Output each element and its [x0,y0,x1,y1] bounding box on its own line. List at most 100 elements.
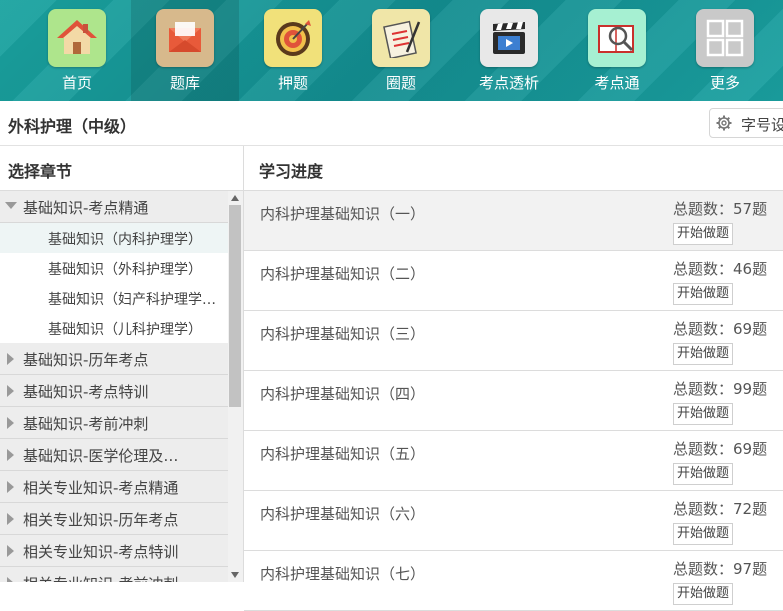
chapter-scrollbar[interactable] [228,191,243,582]
caret-right-icon [7,353,14,365]
start-quiz-button[interactable]: 开始做题 [673,343,734,365]
caret-right-icon [7,449,14,461]
caret-right-icon [7,545,14,557]
exercise-name: 内科护理基础知识（七） [260,565,426,583]
exercise-name: 内科护理基础知识（二） [260,265,426,283]
nav-label: 题库 [169,74,200,92]
nav-predict[interactable]: 押题 [239,0,347,101]
target-icon [264,9,322,67]
start-quiz-button[interactable]: 开始做题 [673,583,734,605]
nav-key-points-analysis[interactable]: 考点透析 [455,0,563,101]
chapter-subitem[interactable]: 基础知识（儿科护理学） [0,313,228,343]
nav-circle-questions[interactable]: 圈题 [347,0,455,101]
exercise-row[interactable]: 内科护理基础知识（四） 总题数：99题 开始做题 [244,371,783,431]
question-count: 总题数：69题 [673,320,768,338]
chapter-panel-header: 选择章节 [0,146,243,191]
caret-right-icon [7,385,14,397]
exercise-row[interactable]: 内科护理基础知识（七） 总题数：97题 开始做题 [244,551,783,611]
font-size-button[interactable]: 字号设置 [709,108,783,138]
question-count: 总题数：69题 [673,440,768,458]
film-clapper-icon [480,9,538,67]
question-count: 总题数：72题 [673,500,768,518]
caret-down-icon [5,202,17,209]
caret-right-icon [7,513,14,525]
chapter-node-label: 基础知识-医学伦理及… [23,447,179,465]
exercise-name: 内科护理基础知识（五） [260,445,426,463]
question-count: 总题数：46题 [673,260,768,278]
start-quiz-button[interactable]: 开始做题 [673,283,734,305]
nav-key-points[interactable]: 考点通 [563,0,671,101]
chapter-node-label: 基础知识-考点精通 [23,199,149,217]
exercise-name: 内科护理基础知识（三） [260,325,426,343]
nav-question-bank[interactable]: 题库 [131,0,239,101]
exercise-row[interactable]: 内科护理基础知识（二） 总题数：46题 开始做题 [244,251,783,311]
exercise-row[interactable]: 内科护理基础知识（一） 总题数：57题 开始做题 [244,191,783,251]
nav-label: 更多 [709,74,740,92]
grid-icon [696,9,754,67]
chapter-panel: 选择章节 基础知识-考点精通 基础知识（内科护理学） 基础知识（外科护理学） 基… [0,146,244,582]
chapter-subitem-label: 基础知识（儿科护理学） [48,322,202,338]
chapter-node[interactable]: 基础知识-历年考点 [0,343,228,375]
caret-right-icon [7,481,14,493]
caret-right-icon [7,417,14,429]
chapter-node[interactable]: 相关专业知识-考点精通 [0,471,228,503]
chapter-node-label: 相关专业知识-考点精通 [23,479,179,497]
book-magnifier-icon [588,9,646,67]
chapter-node-label: 基础知识-考前冲刺 [23,415,149,433]
gear-icon [716,115,732,131]
scrollbar-thumb[interactable] [229,205,241,407]
scroll-up-icon[interactable] [231,195,239,201]
chapter-subitem-label: 基础知识（妇产科护理学… [48,292,216,308]
question-count: 总题数：99题 [673,380,768,398]
home-icon [48,9,106,67]
chapter-node[interactable]: 基础知识-考点特训 [0,375,228,407]
top-navigation: 首页 题库 押题 圈题 考点透析 考点通 更多 [0,0,783,101]
chapter-subitem-label: 基础知识（内科护理学） [48,232,202,248]
progress-panel-header: 学习进度 [244,146,783,191]
clipboard-icon [372,9,430,67]
title-bar: 外科护理（中级） 字号设置 [0,101,783,146]
progress-panel-title: 学习进度 [259,162,324,181]
nav-label: 圈题 [385,74,416,92]
exercise-row[interactable]: 内科护理基础知识（三） 总题数：69题 开始做题 [244,311,783,371]
chapter-node[interactable]: 相关专业知识-考前冲刺 [0,567,228,582]
exercise-name: 内科护理基础知识（一） [260,205,426,223]
chapter-subitem-label: 基础知识（外科护理学） [48,262,202,278]
chapter-node-label: 基础知识-考点特训 [23,383,149,401]
nav-home[interactable]: 首页 [23,0,131,101]
question-count: 总题数：97题 [673,560,768,578]
chapter-subitem[interactable]: 基础知识（妇产科护理学… [0,283,228,313]
exercise-row[interactable]: 内科护理基础知识（五） 总题数：69题 开始做题 [244,431,783,491]
chapter-node-label: 相关专业知识-考前冲刺 [23,573,178,582]
question-count: 总题数：57题 [673,200,768,218]
envelope-icon [156,9,214,67]
start-quiz-button[interactable]: 开始做题 [673,463,734,485]
nav-label: 考点透析 [478,74,539,92]
font-size-label: 字号设置 [741,116,783,134]
chapter-node-label: 相关专业知识-历年考点 [23,511,179,529]
nav-label: 考点通 [594,74,640,92]
chapter-node[interactable]: 基础知识-考前冲刺 [0,407,228,439]
chapter-node-label: 相关专业知识-考点特训 [23,543,179,561]
chapter-subitem[interactable]: 基础知识（外科护理学） [0,253,228,283]
exercise-name: 内科护理基础知识（六） [260,505,426,523]
exercise-name: 内科护理基础知识（四） [260,385,426,403]
caret-right-icon [7,577,13,582]
start-quiz-button[interactable]: 开始做题 [673,523,734,545]
progress-panel: 学习进度 内科护理基础知识（一） 总题数：57题 开始做题 内科护理基础知识（二… [244,146,783,611]
course-title: 外科护理（中级） [8,117,137,136]
chapter-node[interactable]: 基础知识-考点精通 [0,191,228,223]
scroll-down-icon[interactable] [231,572,239,578]
start-quiz-button[interactable]: 开始做题 [673,403,734,425]
exercise-row[interactable]: 内科护理基础知识（六） 总题数：72题 开始做题 [244,491,783,551]
nav-label: 首页 [61,74,92,92]
start-quiz-button[interactable]: 开始做题 [673,223,734,245]
nav-label: 押题 [277,74,308,92]
chapter-node[interactable]: 相关专业知识-考点特训 [0,535,228,567]
chapter-panel-title: 选择章节 [8,162,73,181]
chapter-node[interactable]: 相关专业知识-历年考点 [0,503,228,535]
nav-more[interactable]: 更多 [671,0,779,101]
chapter-node[interactable]: 基础知识-医学伦理及… [0,439,228,471]
chapter-tree: 基础知识-考点精通 基础知识（内科护理学） 基础知识（外科护理学） 基础知识（妇… [0,191,228,582]
chapter-subitem[interactable]: 基础知识（内科护理学） [0,223,228,253]
